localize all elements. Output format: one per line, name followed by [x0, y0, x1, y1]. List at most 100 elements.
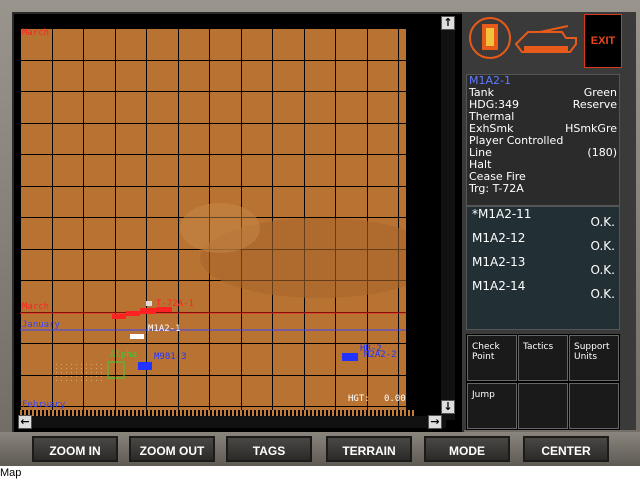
- zone-dot: [71, 368, 72, 369]
- tactical-map[interactable]: March March January February T-72A-1 M1A…: [20, 28, 406, 410]
- empty-command-slot: [518, 383, 568, 429]
- logo-icon: [466, 14, 584, 62]
- info-key: Trg: T-72A: [469, 182, 524, 195]
- apc-icon[interactable]: [342, 353, 358, 361]
- map-grid: [20, 28, 406, 410]
- unit-label-t72: T-72A-1: [156, 299, 194, 309]
- zone-dot: [66, 368, 67, 369]
- zone-dot: [66, 372, 67, 373]
- zone-dot: [96, 376, 97, 377]
- mode-button[interactable]: MODE: [424, 436, 510, 462]
- zone-dot: [86, 380, 87, 381]
- hgt-label: HGT:: [348, 394, 370, 404]
- zone-dot: [81, 364, 82, 365]
- tank-icon[interactable]: [126, 311, 140, 316]
- info-row: Line (180): [469, 147, 617, 159]
- arrow-down-icon[interactable]: ↓: [441, 400, 455, 414]
- unit-name: M1A2-13: [472, 255, 526, 269]
- phase-label-top: March: [22, 28, 50, 38]
- info-value: HSmkGre: [565, 122, 617, 135]
- arrow-left-icon[interactable]: ←: [18, 415, 32, 429]
- arrow-right-icon[interactable]: →: [428, 415, 442, 429]
- unit-name: M1A2-14: [472, 279, 526, 293]
- zone-dot: [66, 364, 67, 365]
- tags-button[interactable]: TAGS: [226, 436, 312, 462]
- status-text: Map: [0, 467, 22, 479]
- apc-icon[interactable]: [138, 362, 152, 370]
- center-button[interactable]: CENTER: [523, 436, 609, 462]
- zone-dot: [91, 372, 92, 373]
- zone-dot: [81, 380, 82, 381]
- list-item[interactable]: M1A2-14 O.K.: [467, 279, 617, 301]
- list-item[interactable]: M1A2-12 O.K.: [467, 231, 617, 253]
- zone-dot: [61, 364, 62, 365]
- tank-icon[interactable]: [112, 314, 126, 319]
- tank-icon[interactable]: [130, 334, 144, 339]
- unit-list: *M1A2-11 O.K. M1A2-12 O.K. M1A2-13 O.K. M1A…: [466, 206, 620, 330]
- unit-status: O.K.: [590, 215, 615, 229]
- terrain-button[interactable]: TERRAIN: [326, 436, 412, 462]
- unit-label-m1a2: M1A2-1: [148, 324, 181, 334]
- zone-dot: [101, 376, 102, 377]
- zone-dot: [81, 368, 82, 369]
- tank-icon[interactable]: [140, 308, 156, 314]
- zone-dot: [56, 368, 57, 369]
- command-grid: Check Point Tactics Support Units Jump: [466, 334, 620, 430]
- jump-button[interactable]: Jump: [467, 383, 517, 429]
- zone-dot: [101, 372, 102, 373]
- zone-dot: [76, 368, 77, 369]
- zoom-out-button[interactable]: ZOOM OUT: [129, 436, 215, 462]
- zone-dot: [71, 376, 72, 377]
- zone-dot: [56, 380, 57, 381]
- exit-button[interactable]: EXIT: [584, 14, 622, 68]
- vertical-scrollbar[interactable]: ↑ ↓: [441, 16, 455, 420]
- zone-dot: [96, 368, 97, 369]
- zone-dot: [76, 364, 77, 365]
- zone-dot: [86, 368, 87, 369]
- unit-name: M1A2-12: [472, 231, 526, 245]
- zone-dot: [91, 364, 92, 365]
- info-row: Trg: T-72A: [469, 183, 617, 195]
- info-value: Reserve: [572, 98, 617, 111]
- phase-label-january: January: [22, 320, 60, 330]
- zone-dot: [56, 372, 57, 373]
- zoom-in-button[interactable]: ZOOM IN: [32, 436, 118, 462]
- zone-dot: [91, 376, 92, 377]
- unit-label-alpha: Alpha: [110, 350, 138, 360]
- horizontal-scrollbar[interactable]: ← →: [18, 415, 446, 429]
- zone-dot: [71, 372, 72, 373]
- zone-dot: [81, 376, 82, 377]
- zone-dot: [96, 380, 97, 381]
- zone-dot: [61, 376, 62, 377]
- arrow-up-icon[interactable]: ↑: [441, 16, 455, 30]
- terrain-hill: [180, 203, 260, 253]
- zone-dot: [86, 376, 87, 377]
- unit-info-panel: M1A2-1 Tank Green HDG:349 Reserve Thermal …: [466, 74, 620, 206]
- zone-dot: [86, 364, 87, 365]
- unit-status: O.K.: [590, 239, 615, 253]
- empty-command-slot: [569, 383, 619, 429]
- unit-status: O.K.: [590, 287, 615, 301]
- zone-dot: [81, 372, 82, 373]
- marker-icon: [146, 301, 152, 306]
- zone-dot: [96, 372, 97, 373]
- check-point-button[interactable]: Check Point: [467, 335, 517, 381]
- zone-dot: [101, 368, 102, 369]
- unit-label-m981: M981-3: [154, 352, 187, 362]
- phase-label-march: March: [22, 302, 50, 312]
- zone-dot: [76, 380, 77, 381]
- tactics-button[interactable]: Tactics: [518, 335, 568, 381]
- list-item[interactable]: M1A2-13 O.K.: [467, 255, 617, 277]
- unit-label-hb: HB-2: [360, 344, 382, 354]
- zone-dot: [56, 364, 57, 365]
- info-value: (180): [587, 146, 617, 159]
- zone-dot: [76, 376, 77, 377]
- unit-name: *M1A2-11: [472, 207, 532, 221]
- zone-dot: [71, 364, 72, 365]
- zone-dot: [101, 380, 102, 381]
- zone-dot: [61, 368, 62, 369]
- unit-status: O.K.: [590, 263, 615, 277]
- support-units-button[interactable]: Support Units: [569, 335, 619, 381]
- zone-dot: [56, 376, 57, 377]
- list-item[interactable]: *M1A2-11 O.K.: [467, 207, 617, 229]
